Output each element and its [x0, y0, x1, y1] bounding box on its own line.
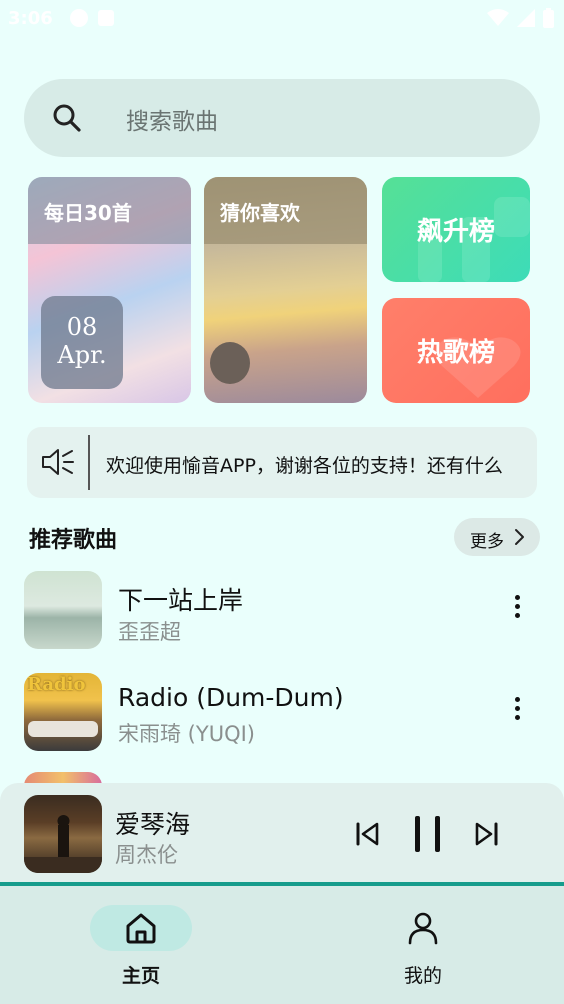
- more-button[interactable]: 更多: [454, 518, 540, 556]
- tab-home-label: 主页: [121, 965, 160, 987]
- date-day: 08: [66, 313, 98, 341]
- album-cover-text: Radio: [27, 674, 86, 695]
- hot-songs-chart-card[interactable]: 热歌榜: [382, 298, 530, 403]
- tab-home[interactable]: 主页: [0, 886, 282, 1004]
- notification-icon: [70, 9, 88, 27]
- now-playing-cover: [24, 795, 102, 873]
- mini-player[interactable]: 爱琴海 周杰伦: [0, 783, 564, 886]
- battery-icon: [543, 8, 554, 28]
- more-options-icon[interactable]: [505, 697, 529, 727]
- search-placeholder: 搜索歌曲: [126, 109, 218, 135]
- album-cover: Radio: [24, 673, 102, 751]
- speaker-icon: [42, 449, 74, 475]
- more-label: 更多: [470, 532, 504, 552]
- album-cover-car: [28, 721, 98, 737]
- rising-chart-title: 飙升榜: [416, 217, 495, 247]
- album-cover: [24, 571, 102, 649]
- divider: [88, 435, 90, 490]
- previous-track-icon[interactable]: [350, 817, 384, 851]
- card-artwork: [210, 342, 250, 384]
- song-artist: 宋雨琦 (YUQI): [118, 722, 255, 746]
- cover-figure: [24, 815, 102, 873]
- status-bar: 3:06: [0, 0, 564, 38]
- chevron-right-icon: [515, 529, 524, 545]
- search-icon: [53, 104, 81, 132]
- song-row[interactable]: Radio Radio (Dum-Dum) 宋雨琦 (YUQI): [0, 673, 564, 753]
- bottom-tab-bar: 主页 我的: [0, 886, 564, 1004]
- search-bar[interactable]: 搜索歌曲: [24, 79, 540, 157]
- song-artist: 歪歪超: [118, 620, 181, 644]
- tab-profile[interactable]: 我的: [282, 886, 564, 1004]
- song-title: Radio (Dum-Dum): [118, 683, 344, 712]
- announcement-text: 欢迎使用愉音APP，谢谢各位的支持！还有什么: [106, 455, 503, 477]
- announcement-bar[interactable]: 欢迎使用愉音APP，谢谢各位的支持！还有什么: [27, 427, 537, 498]
- user-icon: [408, 912, 438, 945]
- tab-profile-label: 我的: [403, 965, 442, 987]
- song-title: 下一站上岸: [118, 586, 244, 615]
- pause-icon[interactable]: [410, 814, 446, 854]
- status-time: 3:06: [8, 8, 53, 29]
- date-month: Apr.: [57, 341, 107, 369]
- wifi-icon: [487, 9, 509, 26]
- guess-you-like-card[interactable]: 猜你喜欢: [204, 177, 367, 403]
- rising-chart-card[interactable]: 飙升榜: [382, 177, 530, 282]
- daily-30-title: 每日30首: [44, 201, 132, 225]
- app-notification-icon: [98, 10, 114, 26]
- home-icon: [126, 913, 156, 944]
- date-badge: 08 Apr.: [41, 296, 123, 389]
- now-playing-artist: 周杰伦: [115, 843, 178, 867]
- song-row[interactable]: 下一站上岸 歪歪超: [0, 571, 564, 651]
- signal-icon: [517, 9, 535, 27]
- daily-30-card[interactable]: 每日30首 08 Apr.: [28, 177, 191, 403]
- more-options-icon[interactable]: [505, 595, 529, 625]
- now-playing-title: 爱琴海: [115, 810, 191, 839]
- hot-songs-chart-title: 热歌榜: [416, 338, 495, 368]
- recommended-songs-title: 推荐歌曲: [29, 528, 118, 553]
- next-track-icon[interactable]: [470, 817, 504, 851]
- guess-you-like-title: 猜你喜欢: [220, 201, 300, 225]
